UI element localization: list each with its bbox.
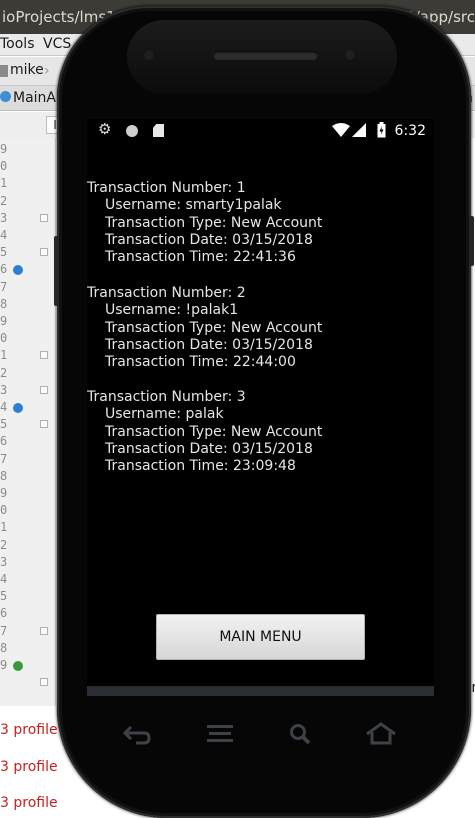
transaction-number: Transaction Number: 2 [87, 285, 246, 301]
main-menu-button[interactable]: MAIN MENU [156, 614, 365, 660]
line-number: 6 [0, 606, 8, 621]
back-icon[interactable] [122, 722, 152, 746]
line-number: 6 [0, 262, 8, 277]
run-output-line: 3 profile [0, 795, 58, 811]
line-number: 1 [0, 348, 8, 363]
line-number: 9 [0, 486, 8, 500]
volume-button[interactable] [54, 236, 59, 306]
transaction-entry: Transaction Number: 2 Username: !palak1 … [87, 285, 434, 371]
transaction-date: Transaction Date: 03/15/2018 [105, 231, 313, 248]
override-marker-icon[interactable] [13, 403, 23, 413]
transaction-time: Transaction Time: 23:09:48 [105, 458, 296, 475]
line-number: 7 [0, 279, 8, 294]
line-number: 7 [0, 623, 8, 638]
line-number: 7 [0, 451, 8, 466]
fold-toggle-icon[interactable] [40, 626, 48, 635]
run-output-line: 3 profile [0, 722, 58, 738]
signal-icon [352, 123, 366, 137]
status-clock: 6:32 [394, 123, 426, 139]
menu-icon[interactable] [205, 722, 235, 746]
line-number: 4 [0, 572, 8, 586]
sd-card-icon [153, 124, 164, 137]
status-bar: ⚙ 6:32 [87, 119, 434, 143]
class-file-icon [0, 91, 11, 102]
transaction-date: Transaction Date: 03/15/2018 [105, 336, 313, 353]
transaction-entry: Transaction Number: 1 Username: smarty1p… [87, 180, 434, 266]
line-number: 4 [0, 228, 8, 242]
battery-icon [377, 122, 386, 138]
front-sensor-icon [143, 49, 155, 61]
transaction-entry: Transaction Number: 3 Username: palak Tr… [87, 389, 434, 475]
transaction-username: Username: smarty1palak [105, 197, 282, 214]
transaction-number: Transaction Number: 1 [87, 180, 246, 196]
fold-toggle-icon[interactable] [40, 385, 48, 394]
line-number: 0 [0, 503, 8, 518]
line-number: 6 [0, 434, 8, 449]
line-number: 2 [0, 365, 8, 380]
line-number: 8 [0, 640, 8, 655]
override-marker-icon[interactable] [13, 265, 23, 276]
line-number: 9 [0, 314, 8, 328]
run-output-line: 3 profile [0, 759, 58, 775]
tab-main-activity[interactable]: MainA [13, 90, 56, 106]
transaction-date: Transaction Date: 03/15/2018 [105, 440, 313, 457]
menu-item-vcs[interactable]: VCS [43, 36, 71, 52]
transaction-type: Transaction Type: New Account [105, 319, 323, 336]
transaction-time: Transaction Time: 22:44:00 [105, 354, 296, 371]
line-number: 8 [0, 468, 8, 483]
earpiece-speaker [213, 51, 318, 60]
menu-item-tools[interactable]: Tools [0, 36, 35, 52]
breadcrumb-separator-icon: › [44, 63, 50, 79]
fold-toggle-icon[interactable] [40, 248, 48, 257]
line-number: 9 [0, 658, 8, 672]
line-number: 1 [0, 176, 8, 191]
line-number: 3 [0, 382, 8, 397]
line-number: 4 [0, 400, 8, 414]
fold-toggle-icon[interactable] [40, 213, 48, 222]
power-button[interactable] [469, 216, 474, 266]
navigation-strip [87, 686, 434, 696]
front-camera-icon [344, 49, 356, 61]
override-marker-icon[interactable] [13, 661, 23, 671]
transaction-number: Transaction Number: 3 [87, 389, 246, 405]
line-number: 1 [0, 520, 8, 535]
breadcrumb-project[interactable]: mike [10, 62, 44, 78]
wifi-icon [332, 123, 350, 137]
transaction-type: Transaction Type: New Account [105, 423, 323, 440]
transaction-time: Transaction Time: 22:41:36 [105, 249, 296, 266]
editor-gutter: 9 0 1 2 3 4 5 6 7 8 9 0 1 2 3 4 5 6 7 8 9 0 1 2 3 4 5 6 7 8 9 [0, 138, 56, 706]
line-number: 8 [0, 296, 8, 311]
transaction-type: Transaction Type: New Account [105, 214, 323, 231]
device-screen: ⚙ 6:32 Transaction Number: 1 Username: s… [87, 119, 434, 696]
line-number: 2 [0, 537, 8, 552]
line-number: 3 [0, 554, 8, 569]
search-icon[interactable] [286, 722, 316, 746]
line-number: 5 [0, 589, 8, 604]
transaction-username: Username: !palak1 [105, 302, 239, 319]
line-number: 3 [0, 210, 8, 225]
transaction-username: Username: palak [105, 406, 224, 423]
fold-toggle-icon[interactable] [40, 420, 48, 429]
fold-toggle-icon[interactable] [40, 678, 48, 687]
fold-toggle-icon[interactable] [40, 351, 48, 360]
line-number: 9 [0, 142, 8, 156]
settings-icon: ⚙ [98, 120, 112, 138]
line-number: 5 [0, 417, 8, 432]
line-number: 2 [0, 193, 8, 208]
line-number: 5 [0, 245, 8, 260]
folder-icon [0, 65, 8, 77]
home-icon[interactable] [365, 722, 397, 746]
line-number: 0 [0, 331, 8, 346]
line-number: 0 [0, 159, 8, 174]
circle-icon [126, 125, 138, 137]
